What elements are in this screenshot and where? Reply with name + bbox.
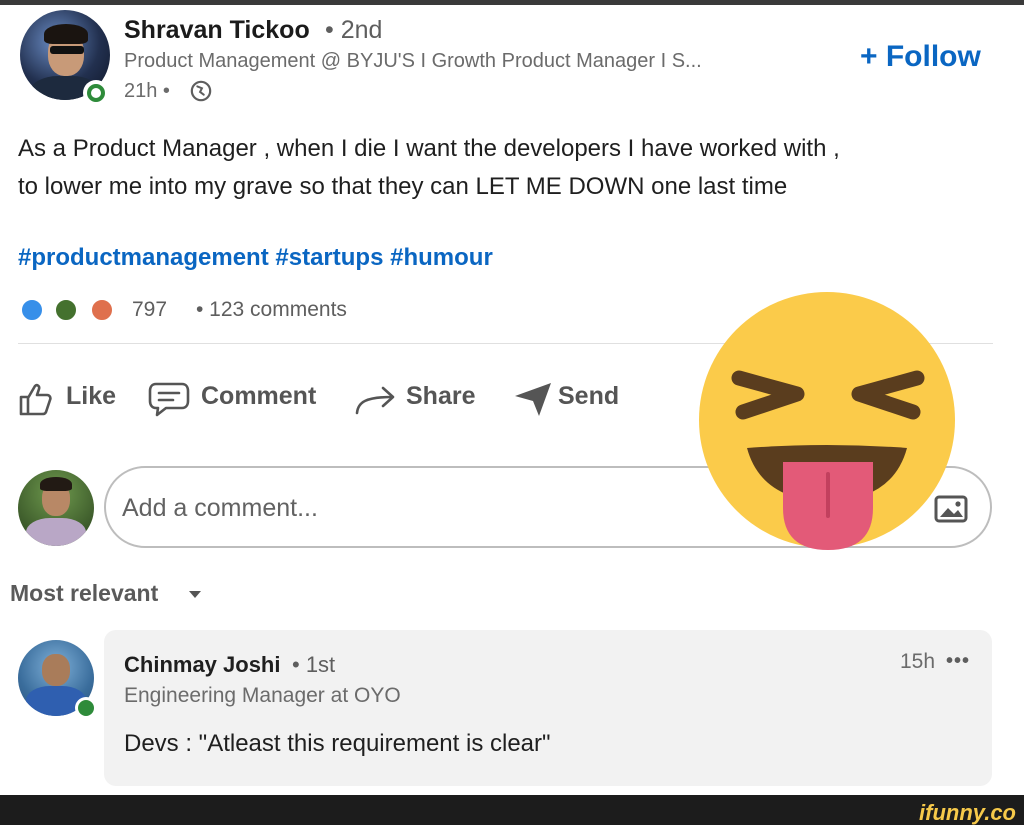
comment-label: Comment (201, 382, 317, 410)
globe-icon (190, 80, 212, 102)
comment-button[interactable]: Comment (148, 378, 333, 418)
post-timestamp: 21h • (124, 80, 170, 102)
avatar-sunglasses (50, 46, 84, 54)
squinting-tongue-emoji (699, 292, 955, 550)
sort-dropdown[interactable]: Most relevant (10, 580, 158, 607)
watermark: ifunny.co (919, 800, 1016, 825)
online-status-icon (75, 697, 97, 719)
share-label: Share (406, 382, 476, 410)
thumbs-up-icon (19, 383, 52, 416)
commenter-connection-degree: • 1st (292, 652, 336, 677)
comment-bubble-icon (148, 382, 190, 417)
reaction-count[interactable]: 797 (132, 298, 167, 322)
caret-down-icon[interactable] (189, 591, 201, 598)
follow-button[interactable]: + Follow (860, 40, 981, 74)
avatar-face (42, 654, 70, 686)
author-headline: Product Management @ BYJU'S I Growth Pro… (124, 50, 702, 72)
post-text-line: to lower me into my grave so that they c… (18, 173, 788, 200)
love-reaction-icon (90, 298, 114, 322)
more-options-icon[interactable]: ••• (946, 650, 970, 673)
send-label: Send (558, 382, 620, 410)
author-connection-degree: • 2nd (325, 16, 383, 44)
avatar-hair (44, 24, 88, 44)
hashtags: #productmanagement #startups #humour (18, 244, 493, 272)
avatar-hair (40, 477, 72, 491)
paper-plane-icon (515, 383, 551, 416)
share-button[interactable]: Share (354, 378, 484, 418)
post-text: As a Product Manager , when I die I want… (18, 130, 978, 206)
commenter-name[interactable]: Chinmay Joshi (124, 652, 280, 678)
send-button[interactable]: Send (513, 378, 628, 418)
like-reaction-icon (20, 298, 44, 322)
comment-count[interactable]: • 123 comments (196, 298, 347, 322)
comment-text: Devs : "Atleast this requirement is clea… (124, 730, 551, 757)
hashtag-link[interactable]: #productmanagement (18, 244, 269, 271)
comment-card: Chinmay Joshi • 1st Engineering Manager … (104, 630, 992, 786)
footer-bar (0, 795, 1024, 825)
celebrate-reaction-icon (54, 298, 78, 322)
like-label: Like (66, 382, 117, 410)
open-to-work-icon (83, 80, 109, 106)
hashtag-link[interactable]: #humour (390, 244, 493, 271)
hashtag-link[interactable]: #startups (275, 244, 383, 271)
like-button[interactable]: Like (16, 378, 126, 418)
author-name[interactable]: Shravan Tickoo (124, 16, 310, 45)
share-arrow-icon (355, 386, 395, 415)
viewer-avatar[interactable] (18, 470, 94, 546)
post-text-line: As a Product Manager , when I die I want… (18, 135, 840, 162)
commenter-headline: Engineering Manager at OYO (124, 684, 401, 707)
comment-timestamp: 15h (900, 650, 936, 673)
avatar-shirt (26, 518, 86, 546)
